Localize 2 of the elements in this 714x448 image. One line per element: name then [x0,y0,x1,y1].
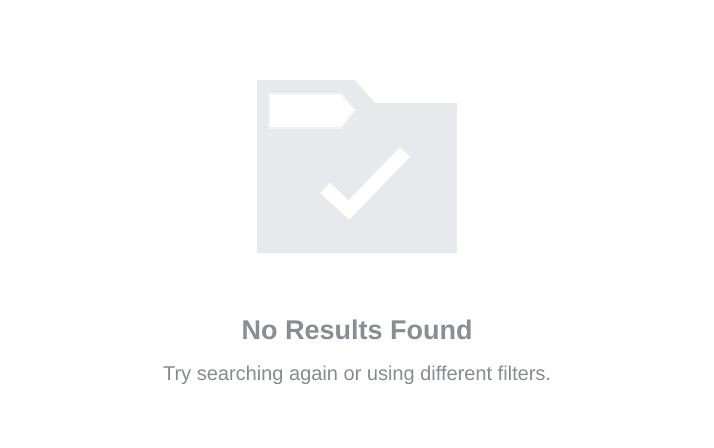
empty-state-title: No Results Found [242,314,472,347]
empty-state-message: Try searching again or using different filters. [163,362,551,387]
